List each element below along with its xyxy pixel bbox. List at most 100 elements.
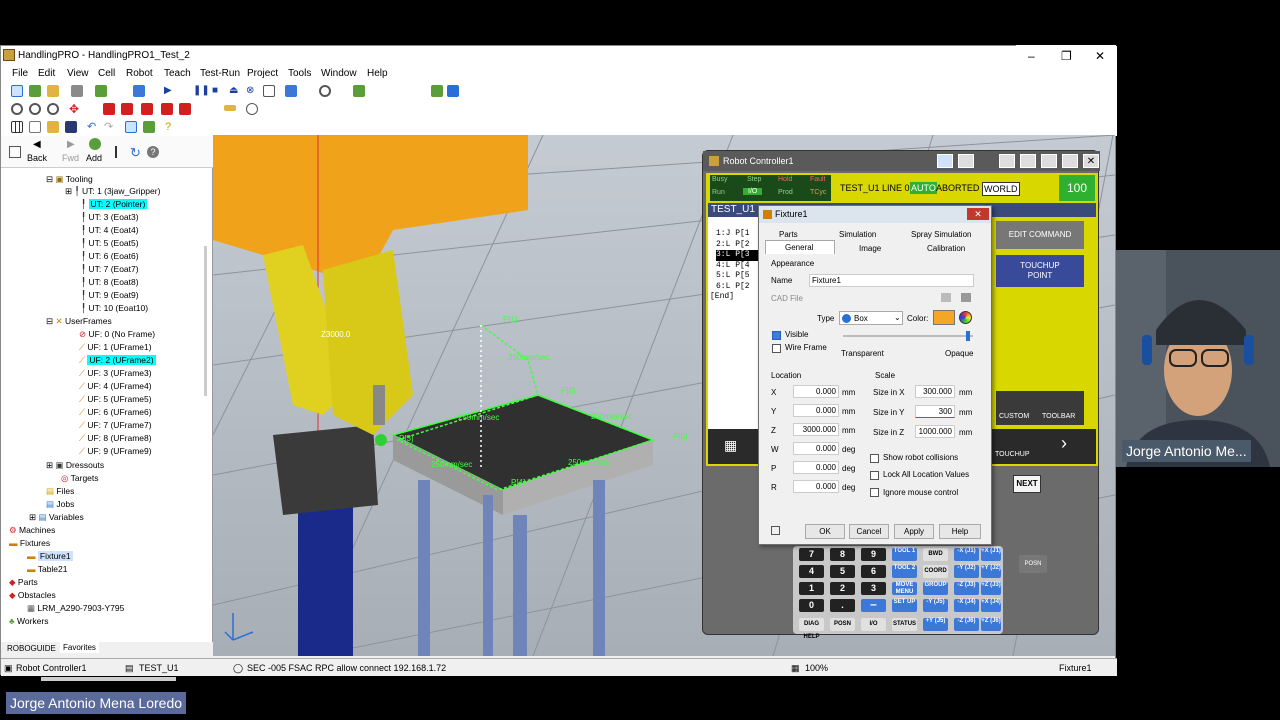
key-dot[interactable]: .	[830, 599, 855, 612]
jog-user-icon[interactable]	[161, 103, 173, 115]
tree-item-uf7[interactable]: ⟋ UF: 7 (UFrame7)	[79, 419, 152, 431]
help-icon[interactable]: ?	[165, 121, 177, 133]
tree-item-ut10[interactable]: ╿ UT: 10 (Eoat10)	[81, 302, 148, 314]
tree-item-uf1[interactable]: ⟋ UF: 1 (UFrame1)	[79, 341, 152, 353]
refresh-icon[interactable]: ↻	[130, 145, 141, 161]
tab-simulation[interactable]: Simulation	[839, 230, 876, 239]
menu-file[interactable]: File	[12, 65, 28, 82]
transparency-slider-thumb[interactable]	[966, 331, 970, 341]
tab-calibration[interactable]: Calibration	[927, 244, 965, 253]
add-button[interactable]: Add	[86, 153, 102, 163]
rc-help-icon[interactable]	[1062, 154, 1078, 168]
tree-item-obstacle1[interactable]: ▦ LRM_A290-7903-Y795	[27, 602, 124, 614]
menu-project[interactable]: Project	[247, 65, 278, 82]
play-icon[interactable]: ▶	[164, 85, 176, 97]
forward-arrow-icon[interactable]: ▶	[67, 139, 75, 150]
key-io[interactable]: I/O	[861, 618, 886, 631]
tree-item-targets[interactable]: ◎ Targets	[61, 472, 99, 484]
show-collisions-checkbox[interactable]	[870, 454, 879, 463]
menu-help[interactable]: Help	[367, 65, 388, 82]
tree-item-table21[interactable]: ▬ Table21	[27, 563, 68, 575]
ignore-mouse-checkbox[interactable]	[870, 488, 879, 497]
wireframe-checkbox[interactable]	[772, 344, 781, 353]
key-6[interactable]: 6	[861, 565, 886, 578]
key-jog-minus-x[interactable]: -X (J1)	[954, 548, 979, 561]
rc-clipboard-icon[interactable]	[937, 154, 953, 168]
stop-icon[interactable]: ■	[212, 85, 224, 97]
rc-line-2[interactable]: 2:L P[2	[716, 240, 758, 251]
key-3[interactable]: 3	[861, 582, 886, 595]
tooling-icon[interactable]	[71, 85, 83, 97]
back-arrow-icon[interactable]: ◀	[33, 139, 41, 150]
visible-checkbox[interactable]	[772, 331, 781, 340]
key-8[interactable]: 8	[830, 548, 855, 561]
tab-favorites[interactable]: Favorites	[60, 642, 99, 653]
save-icon[interactable]	[65, 121, 77, 133]
tree-item-uf8[interactable]: ⟋ UF: 8 (UFrame8)	[79, 432, 152, 444]
lock-icon[interactable]	[771, 526, 780, 535]
rc-pin-icon[interactable]	[1020, 154, 1036, 168]
program-icon[interactable]	[133, 85, 145, 97]
forward-button[interactable]: Fwd	[62, 153, 79, 163]
menu-test-run[interactable]: Test-Run	[200, 65, 240, 82]
key-jog-minus-z[interactable]: -Z (J3)	[954, 582, 979, 595]
tree-item-uf0[interactable]: ⊘ UF: 0 (No Frame)	[79, 328, 155, 340]
rc-line-4[interactable]: 4:L P[4	[716, 261, 758, 272]
menu-robot[interactable]: Robot	[126, 65, 153, 82]
posn-key-side[interactable]: POSN	[1019, 555, 1047, 573]
tree-item-uf6[interactable]: ⟋ UF: 6 (UFrame6)	[79, 406, 152, 418]
tree-item-machines[interactable]: ⚙ Machines	[9, 524, 55, 536]
location-w-input[interactable]	[793, 442, 839, 455]
open-folder-icon[interactable]	[47, 121, 59, 133]
target-icon[interactable]	[319, 85, 331, 97]
tree-hscrollbar[interactable]	[41, 677, 176, 681]
teach-pendant-icon[interactable]	[11, 85, 23, 97]
dialog-close-button[interactable]: ✕	[967, 208, 989, 220]
tab-parts[interactable]: Parts	[779, 230, 798, 239]
cancel-run-icon[interactable]: ⊗	[246, 85, 258, 97]
size-x-input[interactable]	[915, 385, 955, 398]
color-swatch[interactable]	[933, 310, 955, 325]
browse-folder-icon[interactable]	[941, 293, 951, 302]
undo-icon[interactable]: ↶	[87, 121, 99, 133]
color-picker-icon[interactable]	[959, 311, 972, 324]
rc-keyboard-icon[interactable]	[958, 154, 974, 168]
cancel-button[interactable]: Cancel	[849, 524, 889, 539]
tree-item-obstacles[interactable]: ◆ Obstacles	[9, 589, 56, 601]
close-button[interactable]: ✕	[1095, 49, 1105, 63]
tree-item-uf2[interactable]: ⟋ UF: 2 (UFrame2)	[79, 354, 156, 366]
size-y-input[interactable]	[915, 405, 955, 418]
help-button[interactable]: Help	[939, 524, 981, 539]
eject-icon[interactable]: ⏏	[229, 85, 241, 97]
rc-resize-icon[interactable]	[1041, 154, 1057, 168]
menu-view[interactable]: View	[67, 65, 89, 82]
tree-item-ut8[interactable]: ╿ UT: 8 (Eoat8)	[81, 276, 139, 288]
key-2[interactable]: 2	[830, 582, 855, 595]
key-bwd[interactable]: BWD	[923, 548, 948, 561]
location-x-input[interactable]	[793, 385, 839, 398]
lock-all-checkbox[interactable]	[870, 471, 879, 480]
jog-frame-icon[interactable]	[121, 103, 133, 115]
type-select[interactable]: Box ⌄	[839, 311, 903, 325]
tab-general[interactable]: General	[785, 243, 813, 252]
key-jog-plus-x[interactable]: +X (J1)	[981, 548, 1001, 561]
key-coord[interactable]: COORD	[923, 565, 948, 578]
toolbar-button[interactable]: TOOLBAR	[1042, 413, 1075, 420]
key-tool2[interactable]: TOOL 2	[892, 565, 917, 578]
hand-icon[interactable]	[246, 103, 258, 115]
back-button[interactable]: Back	[27, 153, 47, 163]
key-tool1[interactable]: TOOL 1	[892, 548, 917, 561]
rc-close-icon[interactable]: ✕	[1083, 154, 1099, 168]
tree-view-icon[interactable]	[115, 146, 125, 158]
add-icon[interactable]	[89, 138, 101, 150]
key-status[interactable]: STATUS	[892, 618, 917, 631]
tree-item-ut2[interactable]: ╿ UT: 2 (Pointer)	[81, 198, 148, 210]
tree-item-files[interactable]: ▤ Files	[46, 485, 74, 497]
browser-home-icon[interactable]	[9, 146, 21, 158]
rc-line-1[interactable]: 1:J P[1	[716, 229, 758, 240]
rc-next-arrow-icon[interactable]: ›	[1061, 433, 1067, 454]
key-1[interactable]: 1	[799, 582, 824, 595]
key-0[interactable]: 0	[799, 599, 824, 612]
tab-spray-simulation[interactable]: Spray Simulation	[911, 230, 971, 239]
tree-item-uf9[interactable]: ⟋ UF: 9 (UFrame9)	[79, 445, 152, 457]
